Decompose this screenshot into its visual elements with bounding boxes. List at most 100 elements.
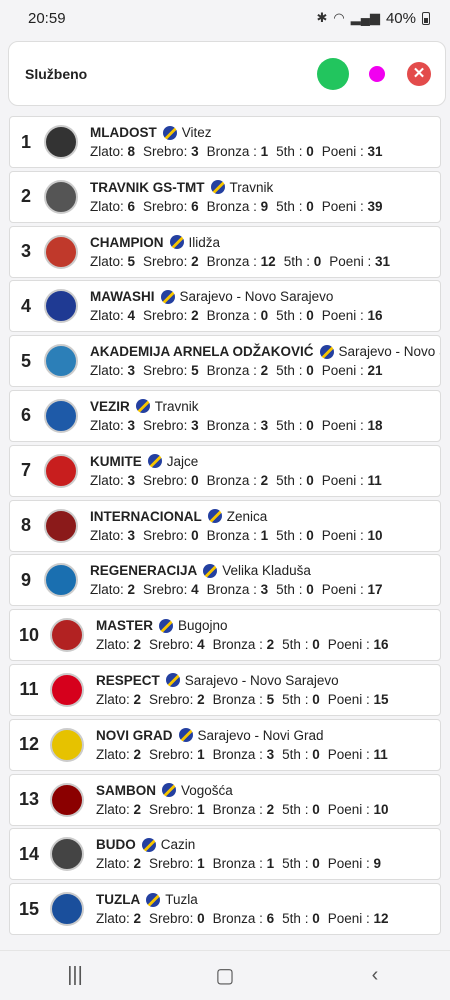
points-label: Poeni : — [321, 363, 364, 379]
club-logo — [50, 782, 84, 817]
gold-label: Zlato: — [90, 417, 124, 433]
club-row[interactable]: 13 SAMBON Vogošća Zlato: 2 Srebro: 1 Bronza :… — [9, 773, 441, 826]
club-city: Ilidža — [188, 234, 221, 250]
club-rank: 3 — [20, 241, 31, 262]
club-name: KUMITE — [90, 453, 142, 469]
club-row[interactable]: 11 RESPECT Sarajevo - Novo Sarajevo Zlato: … — [9, 663, 441, 716]
fifth-count: 0 — [312, 746, 320, 762]
gold-label: Zlato: — [96, 856, 130, 872]
points-count: 10 — [373, 801, 389, 817]
silver-count: 2 — [191, 253, 199, 269]
home-icon[interactable]: ▢ — [195, 963, 255, 988]
bronze-label: Bronza : — [212, 637, 263, 653]
points-count: 11 — [367, 472, 382, 488]
flag-icon — [203, 563, 218, 578]
silver-count: 4 — [191, 582, 199, 598]
club-medals-line: Zlato: 3 Srebro: 0 Bronza : 2 5th : 0 Poeni … — [90, 473, 382, 488]
fifth-label: 5th : — [282, 801, 309, 817]
green-status-dot[interactable] — [317, 57, 349, 90]
club-rank: 15 — [18, 898, 40, 919]
gold-label: Zlato: — [90, 253, 124, 269]
club-rank: 14 — [18, 843, 40, 864]
fifth-label: 5th : — [276, 308, 303, 324]
club-info: TUZLA Tuzla Zlato: 2 Srebro: 0 Bronza : 6 5th… — [96, 892, 389, 926]
club-row[interactable]: 4 MAWASHI Sarajevo - Novo Sarajevo Zlato: 4… — [9, 280, 441, 333]
bronze-label: Bronza : — [206, 253, 257, 269]
points-count: 10 — [367, 527, 383, 543]
gold-count: 2 — [133, 801, 142, 817]
club-name: MASTER — [96, 618, 153, 634]
bronze-label: Bronza : — [212, 801, 263, 817]
fifth-count: 0 — [312, 637, 320, 653]
pink-status-dot[interactable] — [369, 65, 385, 82]
club-row[interactable]: 7 KUMITE Jajce Zlato: 3 Srebro: 0 Bronza : 25… — [9, 444, 441, 497]
club-row[interactable]: 2 TRAVNIK GS-TMT Travnik Zlato: 6 Srebro: 6B… — [9, 170, 441, 223]
gold-count: 2 — [133, 637, 142, 653]
flag-icon — [159, 618, 173, 633]
fifth-label: 5th : — [282, 856, 309, 872]
club-logo — [50, 727, 84, 762]
points-count: 31 — [375, 253, 391, 269]
bronze-count: 3 — [260, 417, 269, 433]
fifth-count: 0 — [306, 417, 314, 433]
flag-icon — [146, 892, 161, 907]
gold-count: 6 — [127, 198, 136, 214]
club-medals-line: Zlato: 2 Srebro: 1 Bronza : 1 5th : 0 Poeni … — [96, 856, 381, 871]
silver-count: 5 — [191, 363, 199, 379]
club-medals-line: Zlato: 4 Srebro: 2 Bronza : 0 5th : 0 Poeni … — [90, 308, 383, 323]
silver-label: Srebro: — [149, 801, 194, 817]
flag-icon — [135, 399, 150, 414]
recent-apps-icon[interactable]: ||| — [45, 964, 105, 987]
points-label: Poeni : — [329, 253, 372, 269]
club-row[interactable]: 6 VEZIR Travnik Zlato: 3 Srebro: 3 Bronza : 3… — [9, 389, 441, 442]
gold-label: Zlato: — [90, 144, 124, 159]
fifth-count: 0 — [312, 856, 320, 872]
close-button[interactable]: ✕ — [407, 61, 431, 86]
club-name: BUDO — [96, 837, 136, 853]
club-row[interactable]: 3 CHAMPION Ilidža Zlato: 5 Srebro: 2 Bronza :… — [9, 225, 441, 278]
club-rank: 13 — [18, 789, 40, 810]
club-row[interactable]: 8 INTERNACIONAL Zenica Zlato: 3 Srebro: 0 Bro… — [9, 499, 441, 552]
club-title-line: TUZLA Tuzla — [96, 892, 389, 907]
club-row[interactable]: 5 AKADEMIJA ARNELA ODŽAKOVIĆ Sarajevo - No… — [9, 335, 441, 388]
club-info: NOVI GRAD Sarajevo - Novi Grad Zlato: 2 Sre… — [96, 728, 388, 762]
gold-label: Zlato: — [96, 691, 130, 707]
flag-icon — [160, 289, 175, 304]
silver-count: 2 — [197, 691, 205, 707]
bronze-label: Bronza : — [206, 198, 257, 214]
back-icon[interactable]: ‹ — [345, 964, 405, 987]
club-row[interactable]: 14 BUDO Cazin Zlato: 2 Srebro: 1 Bronza : 1 5t… — [9, 828, 441, 881]
bronze-label: Bronza : — [212, 746, 263, 762]
gold-count: 8 — [127, 144, 136, 159]
club-city: Vogošća — [181, 782, 233, 798]
club-row[interactable]: 15 TUZLA Tuzla Zlato: 2 Srebro: 0 Bronza : 65… — [9, 883, 441, 936]
club-list[interactable]: 1 MLADOST Vitez Zlato: 8 Srebro: 3 Bronza : 1… — [9, 116, 441, 936]
gold-count: 3 — [127, 417, 136, 433]
club-info: TRAVNIK GS-TMT Travnik Zlato: 6 Srebro: 6 Br… — [90, 180, 383, 214]
points-count: 18 — [367, 417, 383, 433]
club-rank: 7 — [20, 460, 31, 481]
points-label: Poeni : — [327, 746, 370, 762]
club-row[interactable]: 10 MASTER Bugojno Zlato: 2 Srebro: 4 Bronza :… — [9, 609, 441, 662]
points-count: 16 — [373, 637, 389, 653]
bronze-label: Bronza : — [212, 856, 263, 872]
club-logo — [44, 563, 78, 598]
club-city: Vitez — [181, 125, 212, 140]
silver-label: Srebro: — [149, 746, 194, 762]
bronze-label: Bronza : — [206, 417, 257, 433]
club-row[interactable]: 9 REGENERACIJA Velika Kladuša Zlato: 2 Srebr… — [9, 554, 441, 607]
bronze-count: 2 — [260, 363, 269, 379]
club-rank: 9 — [20, 569, 31, 590]
points-count: 9 — [373, 856, 382, 872]
bronze-count: 6 — [266, 911, 275, 927]
silver-label: Srebro: — [143, 253, 188, 269]
flag-icon — [207, 509, 222, 524]
fifth-count: 0 — [312, 911, 320, 927]
club-medals-line: Zlato: 2 Srebro: 1 Bronza : 2 5th : 0 Poeni … — [96, 802, 389, 817]
silver-count: 4 — [197, 637, 205, 653]
club-city: Sarajevo - Novo Sarajevo — [184, 672, 339, 688]
club-row[interactable]: 1 MLADOST Vitez Zlato: 8 Srebro: 3 Bronza : 1… — [9, 116, 441, 168]
club-row[interactable]: 12 NOVI GRAD Sarajevo - Novi Grad Zlato: 2S… — [9, 718, 441, 771]
gold-count: 2 — [133, 911, 142, 927]
points-count: 39 — [367, 198, 383, 214]
